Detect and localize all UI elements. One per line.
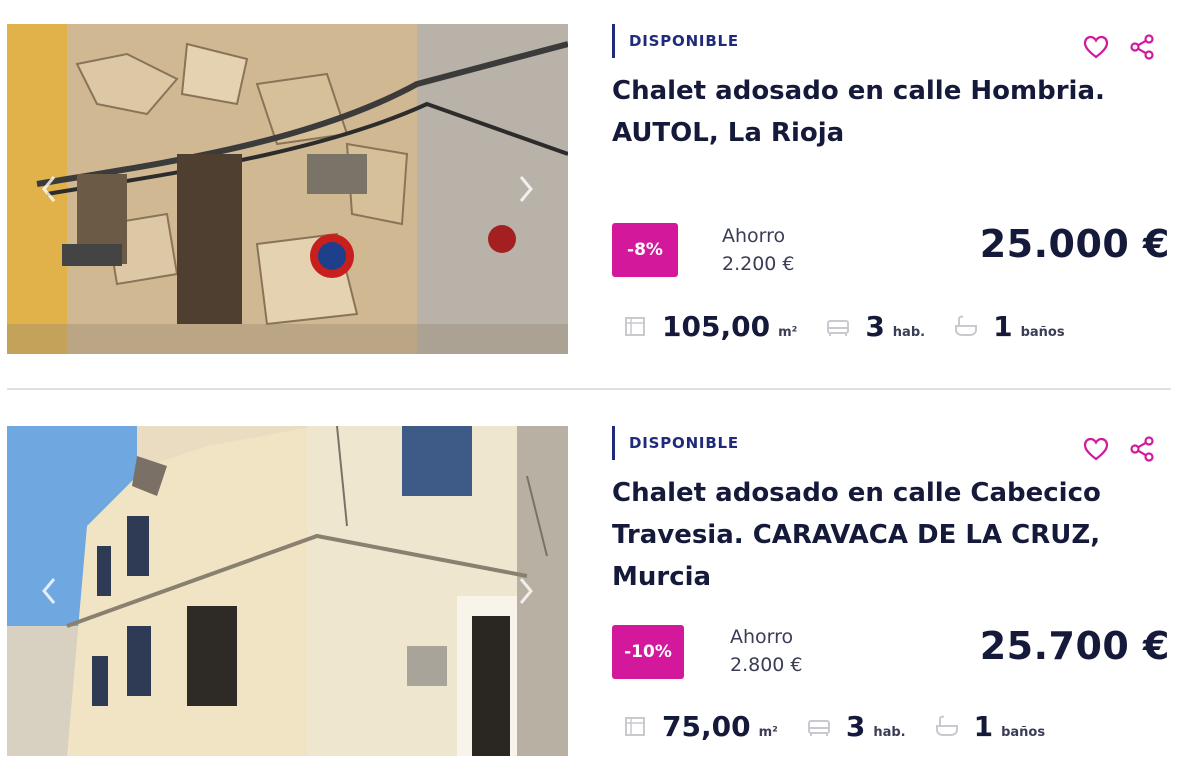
rooms-feature: 3 hab.	[806, 710, 906, 743]
price: 25.000 €	[979, 222, 1170, 266]
rooms-feature: 3 hab.	[825, 310, 925, 343]
listing-photo[interactable]	[7, 24, 568, 354]
area-unit: m²	[778, 324, 798, 340]
bathtub-icon	[953, 313, 979, 339]
area-unit: m²	[758, 724, 778, 740]
rooms-value: 3	[845, 709, 866, 743]
baths-unit: baños	[1001, 724, 1046, 740]
chevron-right-icon	[519, 176, 533, 202]
area-icon	[622, 313, 648, 339]
title-line: Murcia	[612, 562, 712, 592]
chevron-left-icon	[42, 578, 56, 604]
share-button[interactable]	[1126, 31, 1158, 63]
discount-badge: -10%	[612, 625, 684, 679]
stone-house-image	[7, 24, 568, 354]
saving-info: Ahorro 2.200 €	[722, 222, 795, 278]
share-icon	[1130, 436, 1154, 462]
townhouse-image	[7, 426, 568, 756]
next-photo-button[interactable]	[512, 571, 540, 611]
baths-feature: 1 baños	[934, 709, 1046, 743]
listing-card[interactable]: DISPONIBLE Chalet adosado en calle Cabec…	[0, 400, 1200, 782]
chevron-right-icon	[519, 578, 533, 604]
saving-amount: 2.200 €	[722, 253, 795, 275]
title-line: Travesia. CARAVACA DE LA CRUZ,	[612, 520, 1101, 550]
area-value: 105,00	[662, 309, 771, 343]
listing-title[interactable]: Chalet adosado en calle Cabecico Travesi…	[612, 472, 1172, 598]
saving-amount: 2.800 €	[730, 654, 803, 676]
area-value: 75,00	[662, 709, 751, 743]
baths-value: 1	[973, 709, 994, 743]
title-line: Chalet adosado en calle Cabecico	[612, 478, 1101, 508]
status-badge: DISPONIBLE	[612, 426, 739, 460]
listing-title[interactable]: Chalet adosado en calle Hombria. AUTOL, …	[612, 70, 1172, 154]
favorite-button[interactable]	[1080, 433, 1112, 465]
saving-info: Ahorro 2.800 €	[730, 623, 803, 679]
listing-card[interactable]: DISPONIBLE Chalet adosado en calle Hombr…	[0, 0, 1200, 388]
title-line: AUTOL, La Rioja	[612, 118, 845, 148]
heart-icon	[1083, 437, 1109, 461]
features-row: 105,00 m² 3 hab. 1 baños	[622, 306, 1093, 346]
rooms-unit: hab.	[873, 724, 906, 740]
share-icon	[1130, 34, 1154, 60]
previous-photo-button[interactable]	[35, 571, 63, 611]
title-line: Chalet adosado en calle Hombria.	[612, 76, 1105, 106]
rooms-value: 3	[865, 309, 885, 343]
status-badge: DISPONIBLE	[612, 24, 739, 58]
heart-icon	[1083, 35, 1109, 59]
next-photo-button[interactable]	[512, 169, 540, 209]
baths-value: 1	[993, 309, 1013, 343]
favorite-button[interactable]	[1080, 31, 1112, 63]
chevron-left-icon	[42, 176, 56, 202]
area-icon	[622, 713, 648, 739]
saving-label: Ahorro	[730, 626, 794, 648]
share-button[interactable]	[1126, 433, 1158, 465]
saving-label: Ahorro	[722, 225, 786, 247]
bed-icon	[806, 713, 832, 739]
features-row: 75,00 m² 3 hab. 1 baños	[622, 706, 1073, 746]
price: 25.700 €	[979, 624, 1170, 668]
discount-badge: -8%	[612, 223, 678, 277]
baths-feature: 1 baños	[953, 310, 1065, 343]
area-feature: 75,00 m²	[622, 710, 778, 743]
area-feature: 105,00 m²	[622, 310, 797, 343]
listing-photo[interactable]	[7, 426, 568, 756]
previous-photo-button[interactable]	[35, 169, 63, 209]
bed-icon	[825, 313, 851, 339]
baths-unit: baños	[1020, 324, 1065, 340]
divider	[7, 388, 1171, 390]
bathtub-icon	[934, 713, 960, 739]
rooms-unit: hab.	[892, 324, 926, 340]
